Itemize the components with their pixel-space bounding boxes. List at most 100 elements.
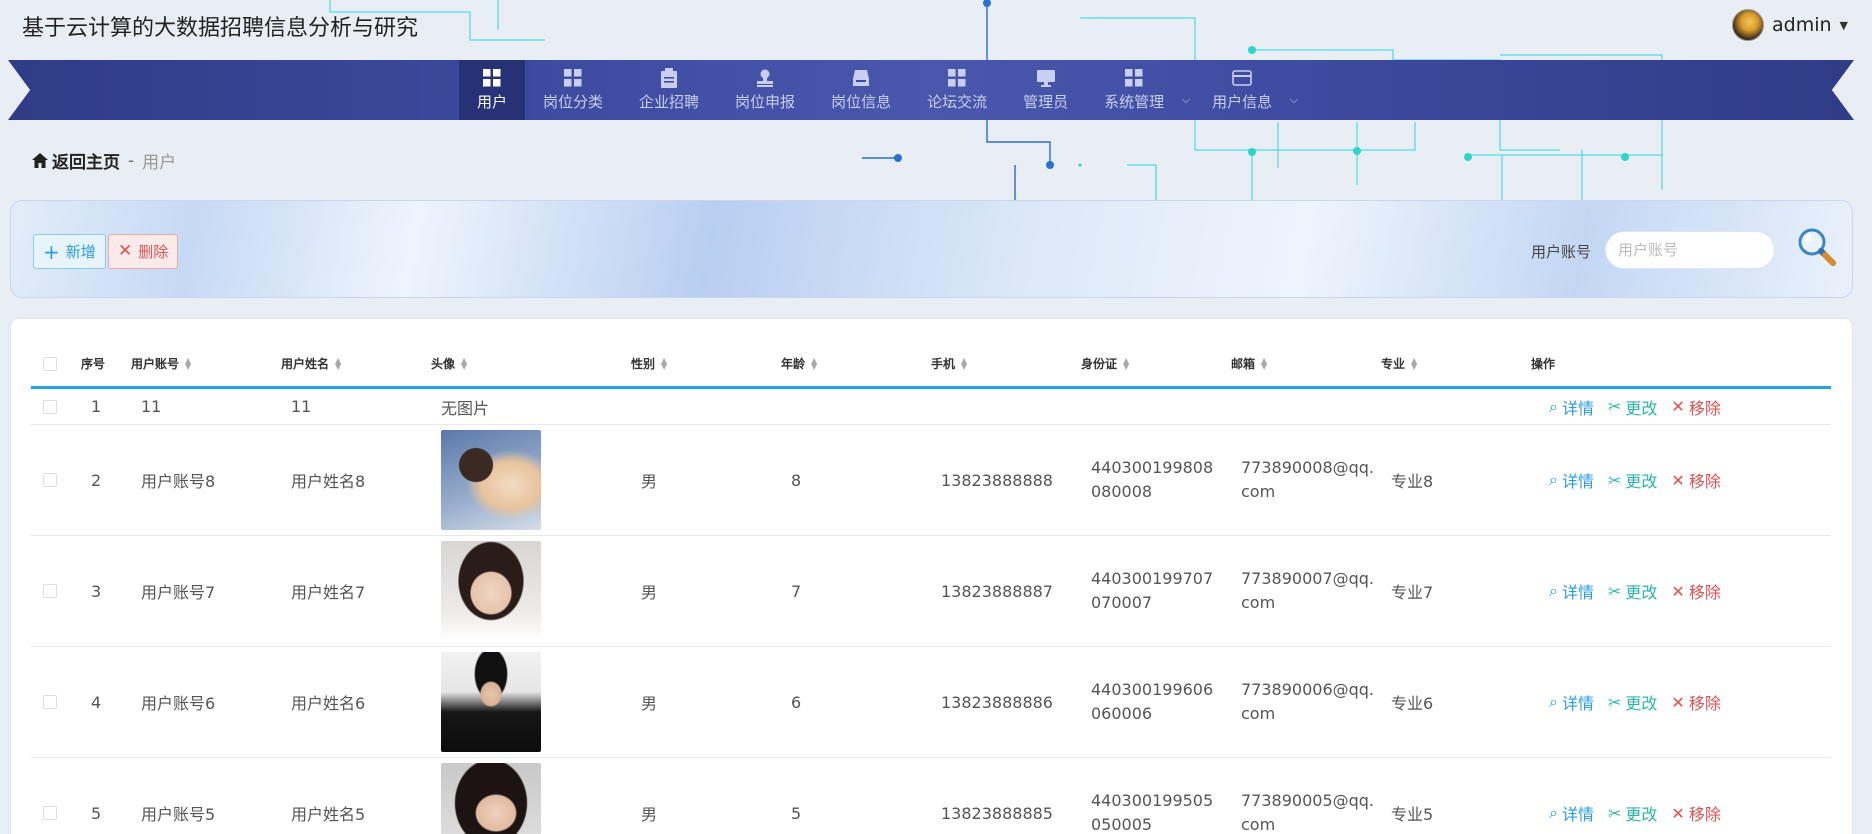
cell-major: 专业5 — [1391, 805, 1434, 824]
cell-id-card: 440300199606060006 — [1091, 680, 1214, 723]
row-checkbox[interactable] — [43, 536, 57, 646]
remove-button[interactable]: ✕ 移除 — [1671, 579, 1720, 603]
cell-index: 4 — [91, 692, 102, 712]
sort-icon[interactable]: ▲ ▼ — [1411, 356, 1417, 370]
edit-label: 更改 — [1625, 583, 1658, 602]
row-checkbox[interactable] — [43, 647, 57, 757]
grid-icon — [482, 68, 502, 88]
edit-button[interactable]: ✂ 更改 — [1608, 690, 1657, 714]
detail-button[interactable]: ⌕ 详情 — [1549, 579, 1594, 603]
remove-label: 移除 — [1688, 805, 1721, 824]
column-header-avatar[interactable]: 头像 ▲ ▼ — [431, 341, 467, 386]
row-checkbox[interactable] — [43, 389, 57, 424]
sort-icon[interactable]: ▲ ▼ — [1261, 356, 1267, 370]
cell-account: 用户账号8 — [141, 472, 216, 491]
home-link-label[interactable]: 返回主页 — [52, 148, 120, 173]
sort-icon[interactable]: ▲ ▼ — [1123, 356, 1129, 370]
cell-email: 773890006@qq.com — [1241, 680, 1375, 723]
column-header-id-card[interactable]: 身份证 ▲ ▼ — [1081, 341, 1129, 386]
column-header-actions: 操作 — [1531, 341, 1555, 386]
detail-button[interactable]: ⌕ 详情 — [1549, 801, 1594, 825]
nav-item-job-application[interactable]: 岗位申报 — [717, 60, 813, 120]
sort-icon[interactable]: ▲ ▼ — [461, 356, 467, 370]
search-button[interactable] — [1795, 226, 1839, 270]
row-checkbox[interactable] — [43, 425, 57, 535]
column-label: 专业 — [1381, 357, 1406, 371]
edit-button[interactable]: ✂ 更改 — [1608, 801, 1657, 825]
sort-icon[interactable]: ▲ ▼ — [335, 356, 341, 370]
cell-account: 11 — [141, 397, 162, 416]
caret-down-icon[interactable]: ▼ — [1840, 19, 1848, 32]
home-icon — [32, 153, 48, 168]
nav-item-company-recruit[interactable]: 企业招聘 — [621, 60, 717, 120]
row-checkbox[interactable] — [43, 758, 57, 834]
cell-avatar — [441, 647, 541, 757]
checkbox[interactable] — [43, 806, 57, 820]
remove-button[interactable]: ✕ 移除 — [1671, 801, 1720, 825]
checkbox[interactable] — [43, 473, 57, 487]
wrench-icon: ✂ — [1607, 397, 1622, 416]
cell-email: 773890008@qq.com — [1241, 458, 1375, 501]
cell-name: 用户姓名7 — [291, 583, 366, 602]
column-header-name[interactable]: 用户姓名 ▲ ▼ — [281, 341, 341, 386]
row-actions: ⌕ 详情 ✂ 更改 ✕ 移除 — [1549, 536, 1721, 646]
nav-item-users[interactable]: 用户 — [459, 60, 526, 120]
nav-label: 管理员 — [1023, 93, 1069, 111]
edit-button[interactable]: ✂ 更改 — [1608, 395, 1657, 419]
nav-label: 论坛交流 — [927, 93, 988, 111]
delete-button-label: 删除 — [138, 243, 169, 261]
remove-button[interactable]: ✕ 移除 — [1671, 690, 1720, 714]
cell-age: 6 — [791, 692, 802, 712]
user-table-panel: 序号 用户账号 ▲ ▼ 用户姓名 ▲ ▼ 头像 ▲ ▼ 性别 ▲ ▼ 年龄 ▲ ▼ 手机 ▲ ▼ 身份证… — [10, 318, 1853, 834]
nav-item-forum[interactable]: 论坛交流 — [909, 60, 1005, 120]
user-avatar[interactable] — [1731, 9, 1764, 41]
detail-button[interactable]: ⌕ 详情 — [1549, 468, 1594, 492]
nav-label: 岗位信息 — [831, 93, 892, 111]
edit-button[interactable]: ✂ 更改 — [1608, 579, 1657, 603]
sort-icon[interactable]: ▲ ▼ — [661, 356, 667, 370]
cell-name: 11 — [291, 397, 312, 416]
column-header-age[interactable]: 年龄 ▲ ▼ — [781, 341, 817, 386]
close-icon: ✕ — [1671, 692, 1685, 712]
user-menu[interactable]: admin ▼ — [1731, 9, 1848, 41]
column-header-account[interactable]: 用户账号 ▲ ▼ — [131, 341, 191, 386]
cell-phone: 13823888887 — [941, 581, 1053, 601]
sort-icon[interactable]: ▲ ▼ — [961, 356, 967, 370]
nav-item-admin[interactable]: 管理员 — [1005, 60, 1086, 120]
column-header-phone[interactable]: 手机 ▲ ▼ — [931, 341, 967, 386]
search-input[interactable] — [1605, 231, 1775, 269]
cell-id-card: 440300199707070007 — [1091, 569, 1214, 612]
column-header-email[interactable]: 邮箱 ▲ ▼ — [1231, 341, 1267, 386]
avatar-photo — [441, 541, 541, 641]
avatar-photo — [441, 652, 541, 752]
cell-index: 2 — [91, 470, 102, 490]
sort-icon[interactable]: ▲ ▼ — [185, 356, 191, 370]
detail-button[interactable]: ⌕ 详情 — [1549, 395, 1594, 419]
select-all-checkbox[interactable] — [43, 341, 57, 386]
username[interactable]: admin — [1772, 14, 1832, 36]
table-header-row: 序号 用户账号 ▲ ▼ 用户姓名 ▲ ▼ 头像 ▲ ▼ 性别 ▲ ▼ 年龄 ▲ ▼ 手机 ▲ ▼ 身份证… — [31, 341, 1831, 389]
home-link[interactable]: 返回主页 — [32, 148, 120, 173]
remove-label: 移除 — [1688, 472, 1721, 491]
checkbox[interactable] — [43, 584, 57, 598]
edit-button[interactable]: ✂ 更改 — [1608, 468, 1657, 492]
checkbox[interactable] — [43, 356, 57, 371]
add-button[interactable]: + 新增 — [33, 234, 106, 269]
nav-item-job-category[interactable]: 岗位分类 — [525, 60, 621, 120]
column-label: 邮箱 — [1231, 357, 1256, 371]
remove-button[interactable]: ✕ 移除 — [1671, 395, 1720, 419]
delete-button[interactable]: ✕ 删除 — [108, 234, 179, 269]
detail-label: 详情 — [1561, 472, 1594, 491]
sort-icon[interactable]: ▲ ▼ — [811, 356, 817, 370]
nav-item-user-info[interactable]: 用户信息 ⌵ — [1194, 60, 1302, 120]
detail-button[interactable]: ⌕ 详情 — [1549, 690, 1594, 714]
checkbox[interactable] — [43, 695, 57, 709]
breadcrumb-current: 用户 — [142, 153, 177, 173]
nav-item-job-info[interactable]: 岗位信息 — [813, 60, 909, 120]
remove-button[interactable]: ✕ 移除 — [1671, 468, 1720, 492]
column-header-major[interactable]: 专业 ▲ ▼ — [1381, 341, 1417, 386]
checkbox[interactable] — [43, 399, 57, 414]
nav-item-system-management[interactable]: 系统管理 ⌵ — [1086, 60, 1194, 120]
column-header-gender[interactable]: 性别 ▲ ▼ — [631, 341, 667, 386]
edit-label: 更改 — [1625, 472, 1658, 491]
